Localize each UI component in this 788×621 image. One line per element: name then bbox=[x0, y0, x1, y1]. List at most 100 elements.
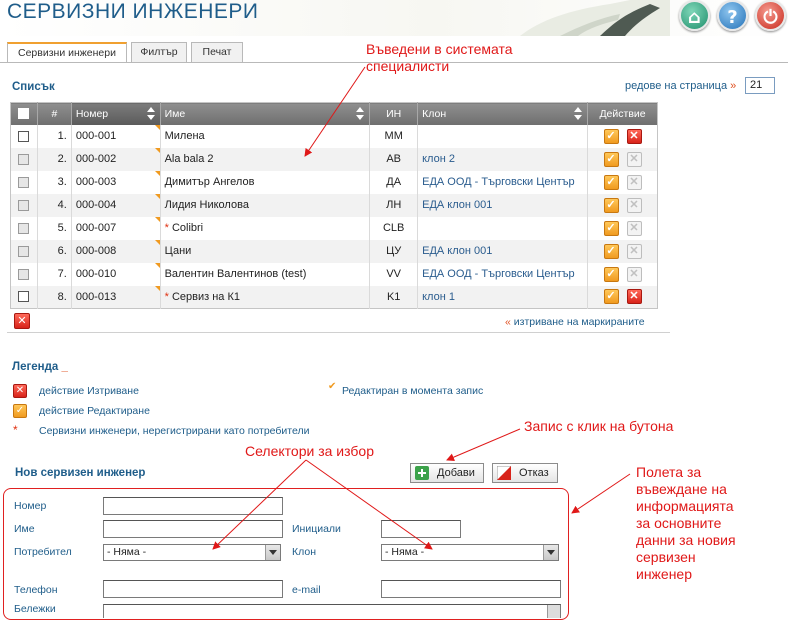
delete-icon[interactable]: ✕ bbox=[626, 266, 642, 282]
row-branch[interactable]: ЕДА ООД - Търговски Център bbox=[417, 170, 589, 194]
header-decoration bbox=[520, 0, 670, 36]
number-input[interactable] bbox=[103, 497, 283, 515]
tab-filter[interactable]: Филтър bbox=[131, 42, 187, 62]
power-icon[interactable]: ⏻ bbox=[755, 0, 786, 31]
row-branch[interactable] bbox=[417, 124, 589, 148]
notes-textarea[interactable] bbox=[103, 604, 561, 618]
edit-icon[interactable]: ✓ bbox=[603, 243, 619, 259]
row-branch[interactable]: клон 1 bbox=[417, 285, 589, 309]
row-checkbox[interactable] bbox=[18, 130, 30, 142]
delete-icon[interactable]: ✕ bbox=[626, 174, 642, 190]
row-select-cell[interactable] bbox=[10, 193, 38, 217]
tab-engineers[interactable]: Сервизни инженери bbox=[7, 42, 127, 63]
row-name: Цани bbox=[160, 239, 371, 263]
legend-star-icon: * bbox=[13, 423, 18, 437]
row-initials: ЛН bbox=[369, 193, 419, 217]
edit-icon[interactable]: ✓ bbox=[603, 266, 619, 282]
row-checkbox[interactable] bbox=[18, 222, 30, 234]
bulk-delete-button[interactable]: ✕ bbox=[14, 313, 30, 329]
row-select-cell[interactable] bbox=[10, 216, 38, 240]
row-select-cell[interactable] bbox=[10, 124, 38, 148]
phone-input[interactable] bbox=[103, 580, 283, 598]
table-row[interactable]: 6. 000-008 Цани ЦУ ЕДА клон 001 ✓ ✕ bbox=[10, 239, 658, 263]
col-initials[interactable]: ИН bbox=[369, 102, 419, 125]
edit-icon[interactable]: ✓ bbox=[603, 151, 619, 167]
table-row[interactable]: 1. 000-001 Милена ММ ✓ ✕ bbox=[10, 124, 658, 148]
row-branch[interactable] bbox=[417, 216, 589, 240]
delete-icon[interactable]: ✕ bbox=[626, 197, 642, 213]
initials-input[interactable] bbox=[381, 520, 461, 538]
row-checkbox[interactable] bbox=[18, 291, 30, 303]
row-select-cell[interactable] bbox=[10, 262, 38, 286]
select-all-header[interactable] bbox=[10, 102, 38, 125]
row-checkbox[interactable] bbox=[18, 176, 30, 188]
table-row[interactable]: 3. 000-003 Димитър Ангелов ДА ЕДА ООД - Тър… bbox=[10, 170, 658, 194]
row-checkbox[interactable] bbox=[18, 268, 30, 280]
row-initials: K1 bbox=[369, 285, 419, 309]
col-name[interactable]: Име bbox=[160, 102, 371, 125]
delete-icon[interactable]: ✕ bbox=[626, 128, 642, 144]
name-input[interactable] bbox=[103, 520, 283, 538]
table-row[interactable]: 5. 000-007 * Colibri CLB ✓ ✕ bbox=[10, 216, 658, 240]
row-index: 6. bbox=[37, 239, 72, 263]
table-row[interactable]: 8. 000-013 * Сервиз на К1 K1 клон 1 ✓ ✕ bbox=[10, 285, 658, 309]
scrollbar[interactable] bbox=[547, 605, 560, 618]
row-actions: ✓ ✕ bbox=[587, 124, 658, 148]
select-all-checkbox[interactable] bbox=[18, 108, 30, 120]
sort-icon[interactable] bbox=[355, 107, 365, 121]
branch-select[interactable]: - Няма - bbox=[381, 544, 559, 561]
row-select-cell[interactable] bbox=[10, 285, 38, 309]
table-row[interactable]: 7. 000-010 Валентин Валентинов (test) VV ЕД… bbox=[10, 262, 658, 286]
email-input[interactable] bbox=[381, 580, 561, 598]
tab-print[interactable]: Печат bbox=[191, 42, 243, 62]
row-name: Милена bbox=[160, 124, 371, 148]
delete-icon[interactable]: ✕ bbox=[626, 243, 642, 259]
corner-marker-icon bbox=[154, 124, 160, 130]
edit-icon[interactable]: ✓ bbox=[603, 197, 619, 213]
edit-icon[interactable]: ✓ bbox=[603, 174, 619, 190]
row-select-cell[interactable] bbox=[10, 170, 38, 194]
bulk-delete-link[interactable]: « изтриване на маркираните bbox=[505, 316, 645, 328]
delete-icon[interactable]: ✕ bbox=[626, 289, 642, 305]
chevron-down-icon[interactable] bbox=[543, 545, 558, 560]
sort-icon[interactable] bbox=[146, 107, 156, 121]
notes-label: Бележки bbox=[14, 603, 56, 615]
rows-per-page-label: редове на страница » bbox=[625, 80, 737, 92]
form-title: Нов сервизен инженер bbox=[15, 467, 146, 479]
row-initials: VV bbox=[369, 262, 419, 286]
row-number: 000-001 bbox=[71, 124, 161, 148]
row-branch[interactable]: клон 2 bbox=[417, 147, 589, 171]
row-branch[interactable]: ЕДА клон 001 bbox=[417, 239, 589, 263]
table-row[interactable]: 2. 000-002 Ala bala 2 AB клон 2 ✓ ✕ bbox=[10, 147, 658, 171]
chevron-down-icon[interactable] bbox=[265, 545, 280, 560]
sort-icon[interactable] bbox=[573, 107, 583, 121]
edit-icon[interactable]: ✓ bbox=[603, 289, 619, 305]
edit-icon[interactable]: ✓ bbox=[603, 128, 619, 144]
rows-per-page-input[interactable]: 21 bbox=[745, 77, 775, 94]
cancel-icon bbox=[497, 466, 511, 480]
row-branch[interactable]: ЕДА клон 001 bbox=[417, 193, 589, 217]
help-icon[interactable]: ? bbox=[717, 0, 748, 31]
row-number: 000-003 bbox=[71, 170, 161, 194]
col-number[interactable]: Номер bbox=[71, 102, 161, 125]
row-checkbox[interactable] bbox=[18, 245, 30, 257]
page-title: СЕРВИЗНИ ИНЖЕНЕРИ bbox=[7, 0, 259, 23]
row-checkbox[interactable] bbox=[18, 199, 30, 211]
edit-icon[interactable]: ✓ bbox=[603, 220, 619, 236]
annotation-selectors: Селектори за избор bbox=[245, 443, 374, 459]
user-select[interactable]: - Няма - bbox=[103, 544, 281, 561]
row-select-cell[interactable] bbox=[10, 239, 38, 263]
annotation-save: Запис с клик на бутона bbox=[524, 418, 674, 434]
delete-icon[interactable]: ✕ bbox=[626, 151, 642, 167]
col-branch[interactable]: Клон bbox=[417, 102, 589, 125]
table-row[interactable]: 4. 000-004 Лидия Николова ЛН ЕДА клон 001 ✓ ✕ bbox=[10, 193, 658, 217]
cancel-button[interactable]: Отказ bbox=[492, 463, 558, 483]
add-button[interactable]: Добави bbox=[410, 463, 484, 483]
row-branch[interactable]: ЕДА ООД - Търговски Център bbox=[417, 262, 589, 286]
row-name: * Сервиз на К1 bbox=[160, 285, 371, 309]
row-select-cell[interactable] bbox=[10, 147, 38, 171]
home-icon[interactable]: ⌂ bbox=[679, 0, 710, 31]
row-checkbox[interactable] bbox=[18, 153, 30, 165]
row-actions: ✓ ✕ bbox=[587, 147, 658, 171]
delete-icon[interactable]: ✕ bbox=[626, 220, 642, 236]
